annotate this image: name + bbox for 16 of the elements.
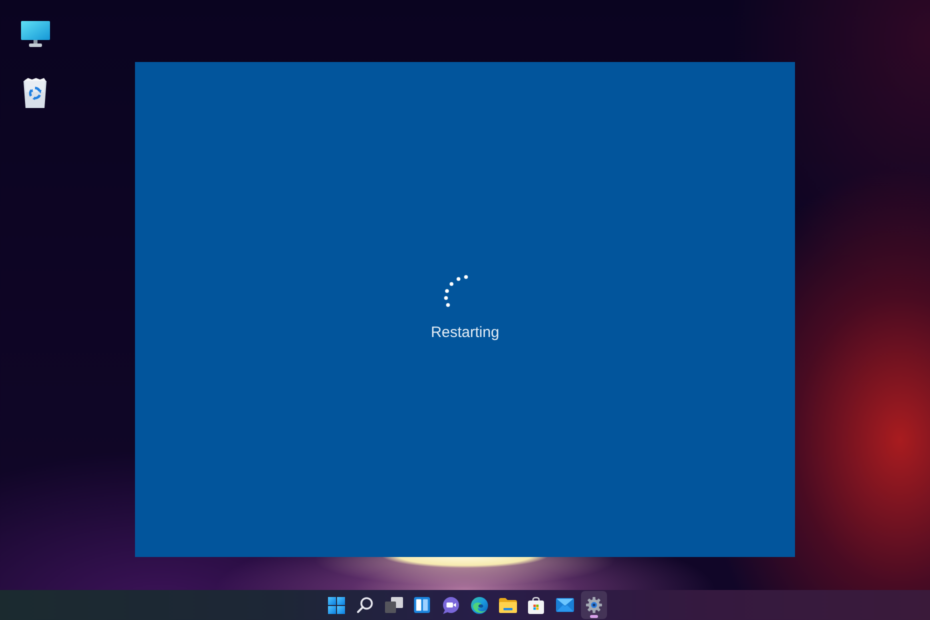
video-chat-icon [442,596,460,614]
settings-button[interactable] [580,591,607,619]
monitor-icon[interactable] [21,21,50,47]
search-icon [356,597,373,613]
overlapping-squares-icon [384,597,403,613]
folder-icon [498,598,517,612]
settings-icon [586,597,602,613]
recycle-bin-icon[interactable] [23,78,47,108]
loading-spinner-icon [443,274,469,308]
envelope-icon [556,598,574,612]
windows-logo-icon [328,596,345,614]
panels-icon [414,597,430,613]
active-indicator [590,615,598,618]
shopping-bag-icon [528,596,544,614]
restart-message: Restarting [430,324,500,342]
swirl-logo-icon [470,596,488,614]
